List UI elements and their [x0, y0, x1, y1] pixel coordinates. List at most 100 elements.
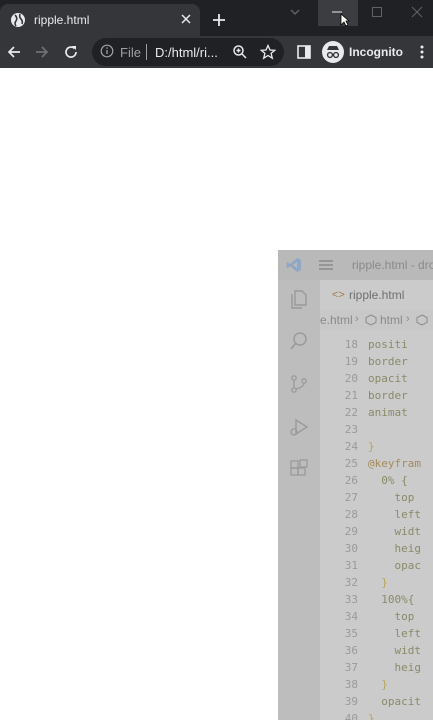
line-number: 20 [344, 372, 358, 385]
maximize-button[interactable] [358, 0, 398, 26]
explorer-icon[interactable] [288, 288, 310, 310]
run-debug-icon[interactable] [288, 416, 310, 438]
code-text: opacit [368, 695, 421, 708]
code-line: 30 heig [320, 542, 433, 559]
line-number: 36 [344, 644, 358, 657]
code-line: 34 top [320, 610, 433, 627]
globe-favicon-icon [11, 13, 25, 27]
vscode-titlebar: ripple.html - drop [278, 250, 433, 280]
tab-strip: ripple.html [0, 0, 433, 36]
mouse-cursor-icon [340, 13, 350, 27]
line-number: 27 [344, 491, 358, 504]
code-text: 100%{ [368, 593, 415, 606]
line-number: 19 [344, 355, 358, 368]
code-text: opacit [368, 372, 408, 385]
line-number: 25 [344, 457, 358, 470]
code-line: 36 widt [320, 644, 433, 661]
line-number: 30 [344, 542, 358, 555]
window-close-icon [411, 6, 423, 18]
url-text[interactable]: D:/html/ri... [155, 45, 218, 60]
code-text: heig [368, 661, 421, 674]
code-editor[interactable]: 18 positi 19 border 20 opacit 21 border 22 animat… [320, 330, 433, 720]
code-text: left [368, 627, 421, 640]
tab-search-button[interactable] [276, 0, 316, 26]
hamburger-menu-icon[interactable] [318, 259, 334, 271]
line-number: 18 [344, 338, 358, 351]
code-text: top [368, 610, 415, 623]
code-line: 19 border [320, 355, 433, 372]
scheme-label: File [120, 45, 141, 60]
code-text: } [368, 712, 375, 720]
activity-bar [278, 280, 320, 720]
back-icon[interactable] [6, 44, 22, 60]
tab-ripple[interactable]: ripple.html [0, 4, 200, 36]
editor-tab-label: ripple.html [349, 288, 405, 302]
browser-chrome: ripple.html File D:/html/ri... Incognito [0, 0, 433, 68]
line-number: 40 [344, 712, 358, 720]
code-line: 35 left [320, 627, 433, 644]
line-number: 26 [344, 474, 358, 487]
address-divider [146, 44, 147, 60]
forward-icon[interactable] [34, 44, 50, 60]
zoom-icon[interactable] [232, 44, 248, 60]
code-text: widt [368, 525, 421, 538]
plus-icon[interactable] [210, 11, 228, 29]
code-text: positi [368, 338, 408, 351]
extensions-icon[interactable] [288, 458, 310, 480]
kebab-menu-icon[interactable] [418, 44, 426, 60]
chevron-right-icon: › [355, 313, 359, 325]
code-line: 31 opac [320, 559, 433, 576]
line-number: 32 [344, 576, 358, 589]
code-text: } [368, 440, 375, 453]
code-line: 40} [320, 712, 433, 720]
code-line: 29 widt [320, 525, 433, 542]
element-icon [416, 314, 428, 326]
line-number: 24 [344, 440, 358, 453]
code-text: left [368, 508, 421, 521]
code-line: 24} [320, 440, 433, 457]
incognito-icon[interactable] [322, 41, 344, 63]
line-number: 28 [344, 508, 358, 521]
incognito-glasses-icon [326, 46, 340, 59]
code-line: 25 @keyfram [320, 457, 433, 474]
vscode-logo-icon [286, 258, 301, 272]
line-number: 29 [344, 525, 358, 538]
code-text: 0% { [368, 474, 408, 487]
code-line: 22 animat [320, 406, 433, 423]
code-text: } [368, 678, 388, 691]
editor-tab-bar: <> ripple.html [320, 280, 433, 310]
line-number: 35 [344, 627, 358, 640]
star-icon[interactable] [260, 44, 276, 60]
code-line: 20 opacit [320, 372, 433, 389]
source-control-icon[interactable] [288, 373, 310, 395]
editor-tab-ripple[interactable]: <> ripple.html [320, 280, 433, 310]
search-icon[interactable] [288, 330, 310, 352]
info-icon[interactable] [100, 44, 114, 58]
close-icon[interactable] [179, 12, 193, 26]
line-number: 38 [344, 678, 358, 691]
code-text: border [368, 389, 408, 402]
address-bar[interactable]: File D:/html/ri... [92, 38, 284, 66]
code-line: 33 100%{ [320, 593, 433, 610]
line-number: 21 [344, 389, 358, 402]
code-text: widt [368, 644, 421, 657]
code-line: 26 0% { [320, 474, 433, 491]
line-number: 37 [344, 661, 358, 674]
line-number: 23 [344, 423, 358, 436]
chevron-right-icon: › [406, 313, 410, 325]
html-element-icon [365, 314, 377, 326]
breadcrumb-html[interactable]: html [380, 313, 403, 327]
code-line: 39 opacit [320, 695, 433, 712]
line-number: 39 [344, 695, 358, 708]
vscode-window[interactable]: ripple.html - drop <> ripple [278, 250, 433, 720]
code-line: 38 } [320, 678, 433, 695]
reload-icon[interactable] [63, 44, 79, 60]
code-text: opac [368, 559, 421, 572]
minimize-button[interactable] [318, 0, 358, 26]
window-close-button[interactable] [398, 0, 433, 26]
code-line: 32 } [320, 576, 433, 593]
side-panel-icon[interactable] [296, 44, 312, 60]
profile-label[interactable]: Incognito [349, 45, 403, 59]
breadcrumb-file[interactable]: e.html [320, 313, 353, 327]
chevron-down-icon [290, 9, 300, 15]
